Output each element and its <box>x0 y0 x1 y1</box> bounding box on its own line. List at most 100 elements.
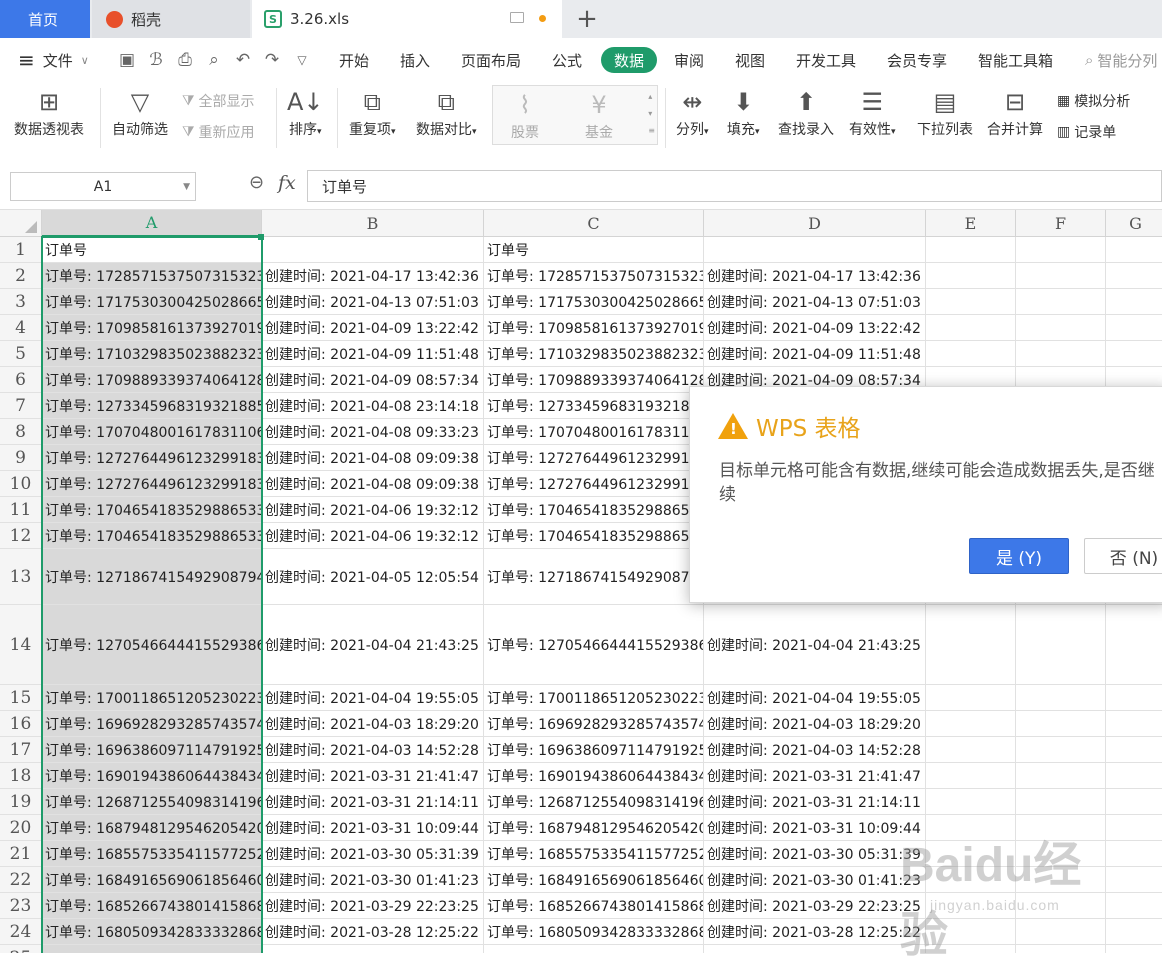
cell-d[interactable]: 创建时间: 2021-03-30 05:31:39 <box>704 841 926 866</box>
empty-cell[interactable] <box>926 815 1016 840</box>
cell-d[interactable]: 创建时间: 2021-04-04 19:55:05 <box>704 685 926 710</box>
cell-c[interactable]: 订单号: 1728571537507315323 <box>484 263 704 288</box>
cell-c[interactable]: 订单号: 1696928293285743574 <box>484 711 704 736</box>
empty-cell[interactable] <box>1106 341 1162 366</box>
cell-b[interactable]: 创建时间: 2021-03-31 21:41:47 <box>262 763 484 788</box>
split-column-button[interactable]: ⇹ 分列▾ <box>676 85 709 139</box>
empty-cell[interactable] <box>926 711 1016 736</box>
compare-button[interactable]: ⧉ 数据对比▾ <box>416 85 477 139</box>
redo-icon[interactable]: ↷ <box>262 50 282 70</box>
empty-cell[interactable] <box>1016 893 1106 918</box>
cell-c[interactable]: 订单号: 1717530300425028665 <box>484 289 704 314</box>
cell-d[interactable]: 创建时间: 2021-03-28 12:25:22 <box>704 919 926 944</box>
cell-c[interactable]: 订单号: 1709858161373927019 <box>484 315 704 340</box>
cell-b[interactable]: 创建时间: 2021-04-08 09:33:23 <box>262 419 484 444</box>
empty-cell[interactable] <box>1106 685 1162 710</box>
menu-member[interactable]: 会员专享 <box>887 38 947 82</box>
cell-a[interactable]: 订单号: 1696928293285743574 <box>42 711 262 736</box>
row-header[interactable]: 6 <box>0 367 42 392</box>
cell-d[interactable]: 创建时间: 2021-03-31 10:09:44 <box>704 815 926 840</box>
cell-a[interactable]: 订单号: 1696386097114791925 <box>42 737 262 762</box>
cell-c[interactable]: 订单号: 1687948129546205420 <box>484 815 704 840</box>
empty-cell[interactable] <box>926 893 1016 918</box>
empty-cell[interactable] <box>1016 341 1106 366</box>
select-all-corner[interactable] <box>0 210 42 237</box>
empty-cell[interactable] <box>1106 315 1162 340</box>
empty-cell[interactable] <box>1016 815 1106 840</box>
cell-d[interactable] <box>704 237 926 262</box>
cell-c[interactable]: 订单号: 1690194386064438434 <box>484 763 704 788</box>
column-header-g[interactable]: G <box>1106 210 1162 237</box>
cell-a[interactable]: 订单号: 1704654183529886533 <box>42 497 262 522</box>
row-header[interactable]: 13 <box>0 549 42 604</box>
row-header[interactable]: 14 <box>0 605 42 684</box>
cell-b[interactable]: 创建时间: 2021-04-09 08:57:34 <box>262 367 484 392</box>
empty-cell[interactable] <box>1016 737 1106 762</box>
row-header[interactable]: 21 <box>0 841 42 866</box>
cell-c[interactable]: 订单号: 1273345968319321885 <box>484 393 704 418</box>
empty-cell[interactable] <box>1106 789 1162 814</box>
row-header[interactable]: 12 <box>0 523 42 548</box>
cell-b[interactable]: 创建时间: 2021-04-08 23:14:18 <box>262 393 484 418</box>
add-tab-button[interactable]: + <box>576 0 598 38</box>
cell-b[interactable]: 创建时间: 2021-04-04 19:55:05 <box>262 685 484 710</box>
empty-cell[interactable] <box>1016 789 1106 814</box>
cell-b[interactable]: 创建时间: 2021-03-28 12:25:22 <box>262 919 484 944</box>
empty-cell[interactable] <box>1016 841 1106 866</box>
empty-cell[interactable] <box>926 945 1016 953</box>
cell-b[interactable]: 创建时间: 2021-04-03 18:29:20 <box>262 711 484 736</box>
cell-b[interactable]: 创建时间: 2021-03-30 05:31:39 <box>262 841 484 866</box>
cell-b[interactable]: 创建时间: 2021-04-17 13:42:36 <box>262 263 484 288</box>
row-header[interactable]: 4 <box>0 315 42 340</box>
cell-b[interactable]: 创建时间: 2021-04-13 07:51:03 <box>262 289 484 314</box>
file-menu[interactable]: ≡ 文件 ∨ <box>18 38 89 82</box>
record-form-button[interactable]: ▥ 记录单 <box>1057 122 1116 142</box>
empty-cell[interactable] <box>1016 685 1106 710</box>
cell-a[interactable]: 订单号: 1717530300425028665 <box>42 289 262 314</box>
row-header[interactable]: 3 <box>0 289 42 314</box>
empty-cell[interactable] <box>926 867 1016 892</box>
cell-d[interactable]: 创建时间: 2021-03-30 01:41:23 <box>704 867 926 892</box>
row-header[interactable]: 1 <box>0 237 42 262</box>
gallery-scroll[interactable]: ▴ ▾ ≡ <box>648 88 655 139</box>
cell-b[interactable]: 创建时间: 2021-03-29 22:23:25 <box>262 893 484 918</box>
cell-c[interactable]: 订单号: 1684916569061856460 <box>484 867 704 892</box>
cell-c[interactable]: 订单号: 1680509342833332868 <box>484 919 704 944</box>
cell-a[interactable]: 订单号: 1271867415492908794 <box>42 549 262 604</box>
cell-b[interactable]: 创建时间: 2021-04-03 14:52:28 <box>262 737 484 762</box>
cell-c[interactable]: 订单号: 1685266743801415868 <box>484 893 704 918</box>
cell-c[interactable] <box>484 945 704 953</box>
cell-b[interactable]: 创建时间: 2021-03-31 10:09:44 <box>262 815 484 840</box>
cell-c[interactable]: 订单号: 1268712554098314196 <box>484 789 704 814</box>
print-preview-icon[interactable]: ⌕ <box>204 50 224 70</box>
empty-cell[interactable] <box>1016 919 1106 944</box>
save-icon[interactable]: ▣ <box>117 50 137 70</box>
cell-a[interactable]: 订单号: 1728571537507315323 <box>42 263 262 288</box>
row-header[interactable]: 19 <box>0 789 42 814</box>
cell-b[interactable]: 创建时间: 2021-04-06 19:32:12 <box>262 523 484 548</box>
cell-b[interactable] <box>262 237 484 262</box>
cell-b[interactable]: 创建时间: 2021-04-09 11:51:48 <box>262 341 484 366</box>
empty-cell[interactable] <box>1016 867 1106 892</box>
cell-a[interactable]: 订单号 <box>42 237 262 262</box>
cell-b[interactable]: 创建时间: 2021-04-08 09:09:38 <box>262 471 484 496</box>
cell-b[interactable]: 创建时间: 2021-04-05 12:05:54 <box>262 549 484 604</box>
cell-d[interactable]: 创建时间: 2021-04-03 18:29:20 <box>704 711 926 736</box>
show-all-button[interactable]: ⧩ 全部显示 <box>182 91 255 111</box>
validity-button[interactable]: ☰ 有效性▾ <box>849 85 896 139</box>
empty-cell[interactable] <box>926 263 1016 288</box>
cell-a[interactable]: 订单号: 1707048001617831106 <box>42 419 262 444</box>
consolidate-button[interactable]: ⊟ 合并计算 <box>987 85 1043 139</box>
empty-cell[interactable] <box>926 289 1016 314</box>
column-header-f[interactable]: F <box>1016 210 1106 237</box>
row-header[interactable]: 7 <box>0 393 42 418</box>
row-header[interactable]: 2 <box>0 263 42 288</box>
cell-d[interactable] <box>704 945 926 953</box>
empty-cell[interactable] <box>1106 263 1162 288</box>
cell-c[interactable]: 订单号: 1709889339374064128 <box>484 367 704 392</box>
empty-cell[interactable] <box>1106 237 1162 262</box>
cell-d[interactable]: 创建时间: 2021-04-09 13:22:42 <box>704 315 926 340</box>
empty-cell[interactable] <box>1106 763 1162 788</box>
cell-a[interactable]: 订单号: 1710329835023882323 <box>42 341 262 366</box>
tab-home[interactable]: 首页 <box>0 0 90 38</box>
